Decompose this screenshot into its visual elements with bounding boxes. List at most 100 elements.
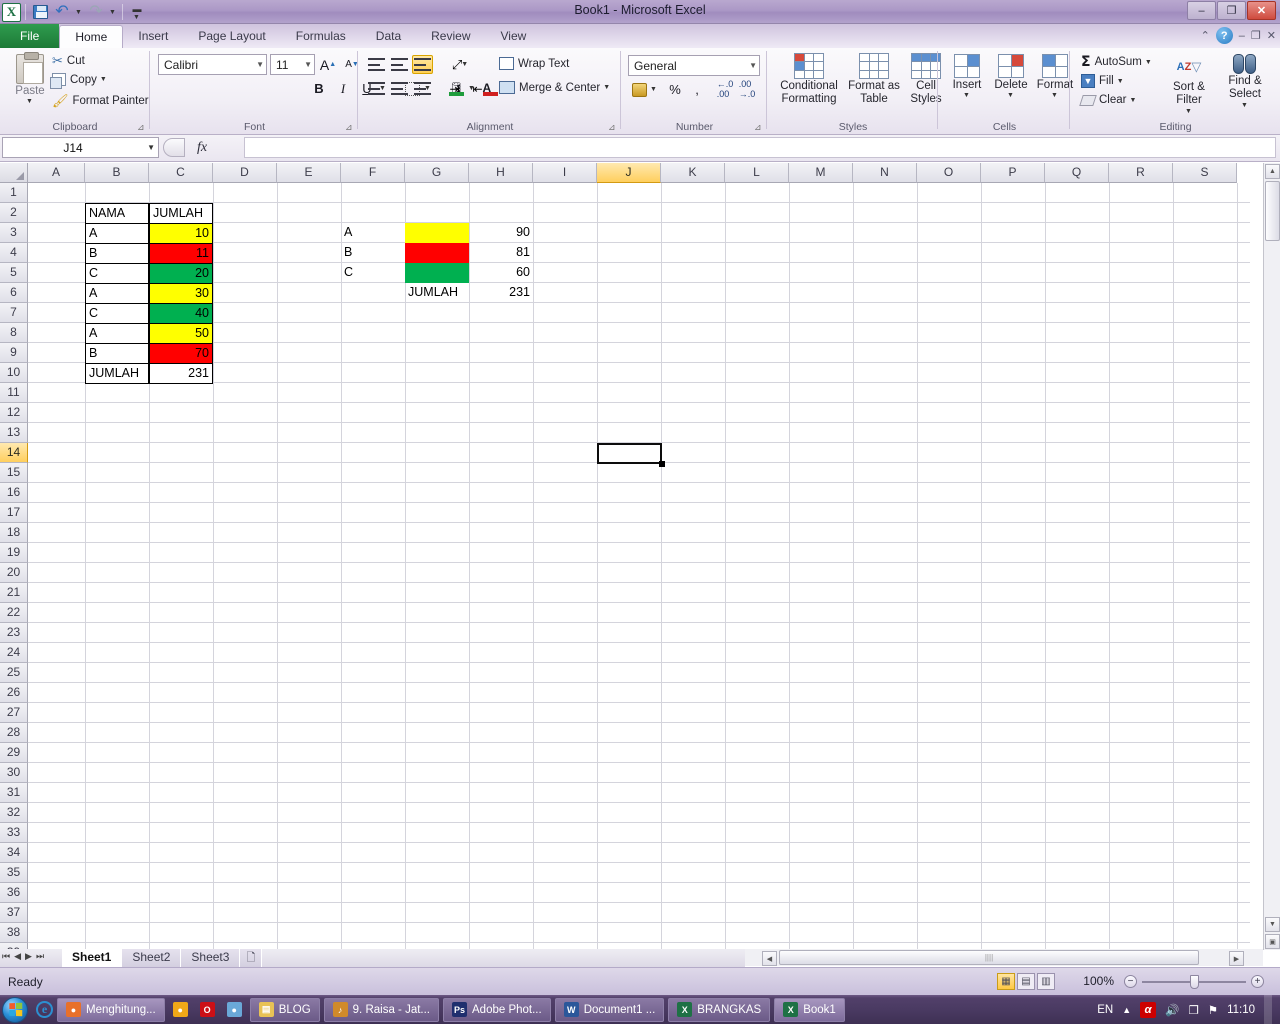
cell-F4[interactable]: B	[341, 243, 405, 263]
row-header-16[interactable]: 16	[0, 483, 28, 503]
row-header-3[interactable]: 3	[0, 223, 28, 243]
row-header-22[interactable]: 22	[0, 603, 28, 623]
column-header-L[interactable]: L	[725, 163, 789, 183]
clock[interactable]: 11:10	[1227, 1004, 1255, 1016]
zoom-level[interactable]: 100%	[1083, 974, 1114, 988]
row-header-21[interactable]: 21	[0, 583, 28, 603]
vertical-scroll-thumb[interactable]	[1265, 181, 1280, 241]
minimize-button[interactable]: –	[1187, 1, 1216, 20]
column-header-J[interactable]: J	[597, 163, 661, 183]
paste-button[interactable]: Paste ▼	[8, 52, 52, 105]
row-header-15[interactable]: 15	[0, 463, 28, 483]
vertical-scrollbar[interactable]: ▲ ▼ ▣	[1263, 163, 1280, 950]
next-sheet-button[interactable]: ▶	[25, 951, 32, 962]
increase-decimal-button[interactable]: ←.0.00	[714, 79, 736, 100]
internet-explorer-icon[interactable]: e	[36, 1001, 53, 1018]
autosum-button[interactable]: Σ AutoSum ▼	[1081, 54, 1152, 70]
name-box[interactable]: J14 ▼	[2, 137, 159, 158]
cell-B6[interactable]: A	[85, 283, 149, 304]
normal-view-button[interactable]: ▦	[997, 973, 1015, 990]
cell-G5[interactable]	[405, 263, 469, 283]
cell-H4[interactable]: 81	[469, 243, 533, 263]
prev-sheet-button[interactable]: ◀	[14, 951, 21, 962]
column-header-I[interactable]: I	[533, 163, 597, 183]
cut-button[interactable]: ✂ Cut	[52, 53, 85, 69]
row-header-28[interactable]: 28	[0, 723, 28, 743]
row-header-6[interactable]: 6	[0, 283, 28, 303]
tab-page-layout[interactable]: Page Layout	[183, 25, 280, 48]
taskbar-item-document1[interactable]: W Document1 ...	[554, 997, 665, 1022]
zoom-in-button[interactable]: +	[1251, 975, 1264, 988]
language-indicator[interactable]: EN	[1097, 1004, 1113, 1016]
taskbar-item-menghitung[interactable]: ● Menghitung...	[57, 997, 165, 1022]
cell-F3[interactable]: A	[341, 223, 405, 243]
column-header-M[interactable]: M	[789, 163, 853, 183]
decrease-indent-button[interactable]: ⇥	[444, 79, 465, 98]
copy-button[interactable]: Copy ▼	[50, 73, 107, 89]
alignment-dialog-launcher[interactable]: ⊿	[608, 122, 618, 132]
row-header-5[interactable]: 5	[0, 263, 28, 283]
row-header-37[interactable]: 37	[0, 903, 28, 923]
row-header-24[interactable]: 24	[0, 643, 28, 663]
align-bottom-button[interactable]	[412, 55, 433, 74]
conditional-formatting-button[interactable]: Conditional Formatting	[773, 53, 845, 106]
cell-B7[interactable]: C	[85, 303, 149, 324]
scroll-right-button[interactable]: ▶	[1229, 951, 1244, 966]
row-header-2[interactable]: 2	[0, 203, 28, 223]
merge-center-button[interactable]: Merge & Center ▼	[499, 81, 610, 94]
start-button[interactable]	[2, 996, 28, 1023]
row-header-8[interactable]: 8	[0, 323, 28, 343]
collapse-ribbon-icon[interactable]: ⌃	[1201, 29, 1210, 42]
horizontal-scrollbar[interactable]: ◀ |||| ▶	[745, 949, 1263, 966]
zoom-handle[interactable]	[1190, 975, 1199, 989]
column-header-C[interactable]: C	[149, 163, 213, 183]
active-cell-selection[interactable]	[597, 443, 662, 464]
row-header-4[interactable]: 4	[0, 243, 28, 263]
accounting-dropdown[interactable]: ▼	[649, 79, 659, 100]
scroll-page-button[interactable]: ▣	[1265, 934, 1280, 949]
show-desktop-button[interactable]	[1264, 995, 1272, 1024]
tab-formulas[interactable]: Formulas	[281, 25, 361, 48]
row-header-23[interactable]: 23	[0, 623, 28, 643]
align-left-button[interactable]	[366, 79, 387, 98]
column-header-E[interactable]: E	[277, 163, 341, 183]
clear-button[interactable]: Clear ▼	[1079, 94, 1136, 106]
doc-restore-icon[interactable]: ❐	[1251, 29, 1261, 42]
align-right-button[interactable]	[412, 79, 433, 98]
font-name-combo[interactable]: Calibri ▼	[158, 54, 267, 75]
italic-button[interactable]: I	[332, 78, 354, 99]
chevron-down-icon[interactable]: ▼	[147, 143, 155, 152]
cell-B4[interactable]: B	[85, 243, 149, 264]
taskbar-item-9-raisa-jat[interactable]: ♪ 9. Raisa - Jat...	[323, 997, 439, 1022]
clipboard-dialog-launcher[interactable]: ⊿	[137, 122, 147, 132]
horizontal-scroll-thumb[interactable]: ||||	[779, 950, 1199, 965]
volume-icon[interactable]: 🔊	[1165, 1003, 1179, 1017]
number-format-combo[interactable]: General ▼	[628, 55, 760, 76]
taskbar-item-app-2[interactable]: O	[196, 998, 219, 1022]
cell-C10[interactable]: 231	[149, 363, 213, 384]
row-header-29[interactable]: 29	[0, 743, 28, 763]
column-header-H[interactable]: H	[469, 163, 533, 183]
accounting-format-button[interactable]	[628, 79, 650, 100]
row-header-26[interactable]: 26	[0, 683, 28, 703]
row-header-27[interactable]: 27	[0, 703, 28, 723]
tab-review[interactable]: Review	[416, 25, 485, 48]
align-center-button[interactable]	[389, 79, 410, 98]
row-header-31[interactable]: 31	[0, 783, 28, 803]
align-top-button[interactable]	[366, 55, 387, 74]
delete-cells-button[interactable]: Delete ▼	[990, 54, 1032, 99]
insert-function-button[interactable]: fx	[191, 137, 213, 158]
sort-filter-button[interactable]: A Z ▽ Sort & Filter ▼	[1165, 54, 1213, 116]
zoom-slider[interactable]: − +	[1124, 975, 1264, 989]
first-sheet-button[interactable]: ⏮	[2, 951, 10, 962]
row-header-14[interactable]: 14	[0, 443, 28, 463]
sheet-tab-sheet1[interactable]: Sheet1	[62, 949, 123, 967]
font-size-combo[interactable]: 11 ▼	[270, 54, 315, 75]
column-header-P[interactable]: P	[981, 163, 1045, 183]
row-header-1[interactable]: 1	[0, 183, 28, 203]
doc-close-icon[interactable]: ✕	[1267, 29, 1276, 42]
cell-F5[interactable]: C	[341, 263, 405, 283]
restore-button[interactable]: ❐	[1217, 1, 1246, 20]
formula-expand-knob[interactable]	[163, 138, 185, 157]
column-header-K[interactable]: K	[661, 163, 725, 183]
